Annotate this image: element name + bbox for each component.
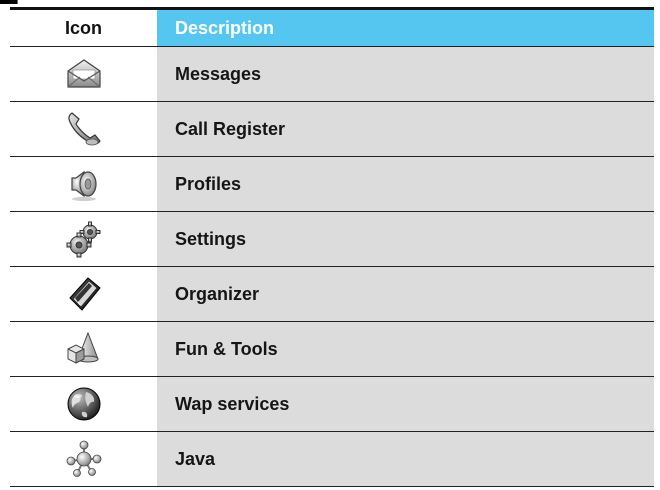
shapes-icon — [67, 331, 99, 364]
molecule-icon — [66, 440, 101, 477]
row-label: Fun & Tools — [157, 322, 654, 376]
icon-cell — [10, 377, 157, 431]
row-label: Organizer — [157, 267, 654, 321]
icon-cell — [10, 212, 157, 266]
table-row: Settings — [10, 212, 654, 267]
icon-cell — [10, 102, 157, 156]
table-row: Fun & Tools — [10, 322, 654, 377]
table-header: Icon Description — [10, 10, 654, 46]
header-icon-label: Icon — [10, 10, 157, 46]
organizer-book-icon — [68, 277, 101, 311]
icon-cell — [10, 432, 157, 486]
row-label: Wap services — [157, 377, 654, 431]
icon-cell — [10, 267, 157, 321]
envelope-icon — [66, 59, 101, 88]
gears-icon — [66, 221, 100, 258]
row-label: Settings — [157, 212, 654, 266]
row-label: Call Register — [157, 102, 654, 156]
icon-cell — [10, 322, 157, 376]
icon-cell — [10, 47, 157, 101]
row-label: Profiles — [157, 157, 654, 211]
header-description-label: Description — [157, 10, 654, 46]
row-label: Java — [157, 432, 654, 486]
globe-icon — [67, 387, 100, 421]
row-label: Messages — [157, 47, 654, 101]
table-row: Java — [10, 432, 654, 487]
speaker-icon — [70, 170, 97, 201]
phone-handset-icon — [67, 112, 101, 146]
table-row: Messages — [10, 47, 654, 102]
icon-cell — [10, 157, 157, 211]
heading-fragment — [0, 0, 32, 4]
table-row: Organizer — [10, 267, 654, 322]
table-body: Messages Call Register Profiles Settings… — [10, 46, 654, 487]
table-row: Wap services — [10, 377, 654, 432]
menu-icons-table: Icon Description Messages Call Register … — [10, 7, 654, 487]
table-row: Call Register — [10, 102, 654, 157]
table-row: Profiles — [10, 157, 654, 212]
